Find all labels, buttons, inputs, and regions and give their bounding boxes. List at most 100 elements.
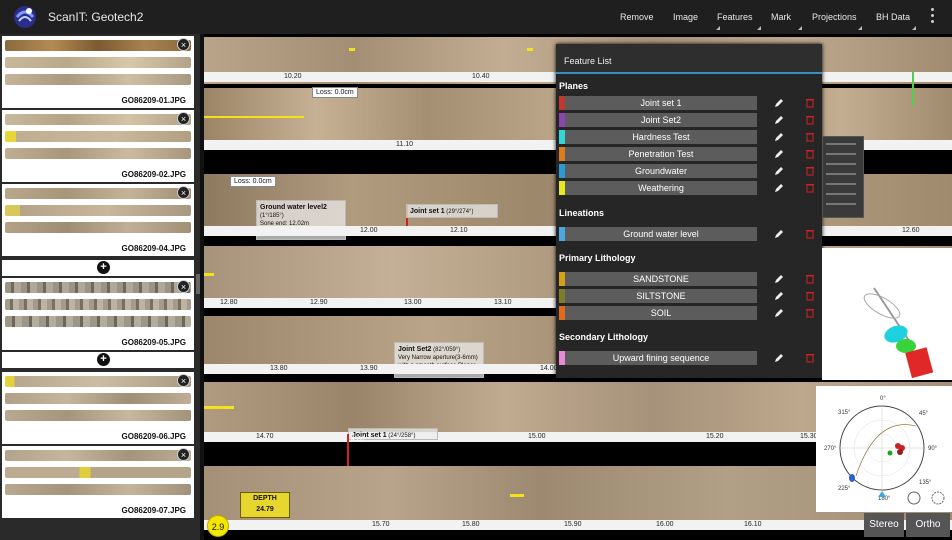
feature-row[interactable]: Joint set 1 xyxy=(559,96,757,110)
edit-pencil-icon[interactable] xyxy=(774,308,784,318)
edit-pencil-icon[interactable] xyxy=(774,291,784,301)
edit-pencil-icon[interactable] xyxy=(774,115,784,125)
add-image-button[interactable]: + xyxy=(97,353,110,366)
edit-pencil-icon[interactable] xyxy=(774,149,784,159)
edit-pencil-icon[interactable] xyxy=(774,274,784,284)
edit-pencil-icon[interactable] xyxy=(774,132,784,142)
core-image xyxy=(5,131,191,142)
thumbnail-card[interactable]: GO86209-01.JPG × xyxy=(2,36,194,108)
marker-line xyxy=(204,116,304,118)
feature-row[interactable]: SILTSTONE xyxy=(559,289,757,303)
marker-band xyxy=(349,48,355,51)
delete-trash-icon[interactable] xyxy=(806,274,814,284)
core-image xyxy=(5,410,191,421)
delete-trash-icon[interactable] xyxy=(806,353,814,363)
depth-tick-label: 15.80 xyxy=(462,521,480,528)
thumbnail-card[interactable]: GO86209-04.JPG × xyxy=(2,184,194,256)
delete-trash-icon[interactable] xyxy=(806,149,814,159)
stereonet-settings-icon[interactable] xyxy=(931,491,945,505)
feature-row[interactable]: Weathering xyxy=(559,181,757,195)
thumbnail-label: GO86209-01.JPG xyxy=(121,96,186,105)
delete-trash-icon[interactable] xyxy=(806,183,814,193)
menu-features-dropdown-icon xyxy=(757,26,761,30)
feature-row[interactable]: Groundwater xyxy=(559,164,757,178)
depth-tick-label: 13.80 xyxy=(270,365,288,372)
close-icon[interactable]: × xyxy=(177,112,190,125)
stereonet-label-270: 270° xyxy=(824,446,837,452)
stereonet-globe-icon[interactable] xyxy=(907,491,921,505)
depth-tick-label: 10.20 xyxy=(284,73,302,80)
overflow-menu-icon[interactable] xyxy=(930,8,936,26)
thumbnail-card-selected[interactable]: GO86209-05.JPG × xyxy=(2,278,194,350)
menu-mark[interactable]: Mark xyxy=(771,12,791,22)
thumbnail-label: GO86209-06.JPG xyxy=(121,432,186,441)
close-icon[interactable]: × xyxy=(177,448,190,461)
delete-trash-icon[interactable] xyxy=(806,229,814,239)
mini-feature-popup[interactable] xyxy=(822,136,864,218)
sidebar-resize-handle[interactable] xyxy=(196,274,200,294)
edit-pencil-icon[interactable] xyxy=(774,166,784,176)
menu-bh-data[interactable]: BH Data xyxy=(876,12,910,22)
borehole-orientation-icon xyxy=(863,287,934,379)
delete-trash-icon[interactable] xyxy=(806,132,814,142)
thumbnail-label: GO86209-04.JPG xyxy=(121,244,186,253)
stereonet-pole xyxy=(887,450,893,456)
annotation-joint-set-1[interactable]: Joint set 1 (29°/274°) xyxy=(406,204,498,218)
delete-trash-icon[interactable] xyxy=(806,291,814,301)
edit-pencil-icon[interactable] xyxy=(774,98,784,108)
depth-tick-label: 15.00 xyxy=(528,433,546,440)
app-window: ScanIT: Geotech2 Remove Image Features M… xyxy=(0,0,952,540)
thumbnail-card[interactable]: GO86209-07.JPG × xyxy=(2,446,194,518)
feature-row[interactable]: Penetration Test xyxy=(559,147,757,161)
thumbnail-card[interactable]: GO86209-02.JPG × xyxy=(2,110,194,182)
delete-trash-icon[interactable] xyxy=(806,115,814,125)
feature-row[interactable]: SANDSTONE xyxy=(559,272,757,286)
depth-tag-label: DEPTH xyxy=(253,495,277,502)
edit-pencil-icon[interactable] xyxy=(774,229,784,239)
feature-row[interactable]: SOIL xyxy=(559,306,757,320)
stereonet-panel[interactable]: 0° 45° 90° 135° 180° 225° 270° 315° xyxy=(816,386,952,512)
marker-depth-label: 4.80 xyxy=(351,436,365,443)
delete-trash-icon[interactable] xyxy=(806,166,814,176)
core-image xyxy=(5,467,191,478)
stereo-button[interactable]: Stereo xyxy=(864,513,904,537)
thumbnail-label: GO86209-07.JPG xyxy=(121,506,186,515)
close-icon[interactable]: × xyxy=(177,186,190,199)
edit-pencil-icon[interactable] xyxy=(774,183,784,193)
depth-tick-label: 14.00 xyxy=(540,365,558,372)
close-icon[interactable]: × xyxy=(177,38,190,51)
stereonet-pole xyxy=(897,449,903,455)
feature-name: Penetration Test xyxy=(628,149,694,159)
delete-trash-icon[interactable] xyxy=(806,98,814,108)
feature-name: SOIL xyxy=(650,308,672,318)
borehole-3d-view[interactable] xyxy=(822,248,952,380)
ortho-button[interactable]: Ortho xyxy=(906,513,950,537)
close-icon[interactable]: × xyxy=(177,374,190,387)
menu-remove[interactable]: Remove xyxy=(620,12,654,22)
thumbnail-label: GO86209-02.JPG xyxy=(121,170,186,179)
depth-tick-label: 13.10 xyxy=(494,299,512,306)
delete-trash-icon[interactable] xyxy=(806,308,814,318)
marker-band xyxy=(204,406,234,409)
close-icon[interactable]: × xyxy=(177,280,190,293)
feature-row[interactable]: Ground water level xyxy=(559,227,757,241)
feature-row[interactable]: Upward fining sequence xyxy=(559,351,757,365)
scroll-indicator[interactable] xyxy=(912,72,914,106)
depth-tag-value: 24.79 xyxy=(256,506,274,513)
app-title: ScanIT: Geotech2 xyxy=(48,10,144,24)
zoom-level-badge[interactable]: 2.9 xyxy=(207,515,229,537)
depth-tick-label: 12.80 xyxy=(220,299,238,306)
edit-pencil-icon[interactable] xyxy=(774,353,784,363)
menu-projections[interactable]: Projections xyxy=(812,12,857,22)
feature-row[interactable]: Hardness Test xyxy=(559,130,757,144)
feature-name: SILTSTONE xyxy=(636,291,686,301)
core-loss-label: Loss: 0.0cm xyxy=(230,176,276,187)
feature-row[interactable]: Joint Set2 xyxy=(559,113,757,127)
menu-features[interactable]: Features xyxy=(717,12,753,22)
add-image-button[interactable]: + xyxy=(97,261,110,274)
feature-name: Upward fining sequence xyxy=(612,353,710,363)
depth-tick-label: 16.00 xyxy=(656,521,674,528)
thumbnail-card[interactable]: GO86209-06.JPG × xyxy=(2,372,194,444)
annotation-title: Ground water level2 xyxy=(260,204,327,211)
menu-image[interactable]: Image xyxy=(673,12,698,22)
